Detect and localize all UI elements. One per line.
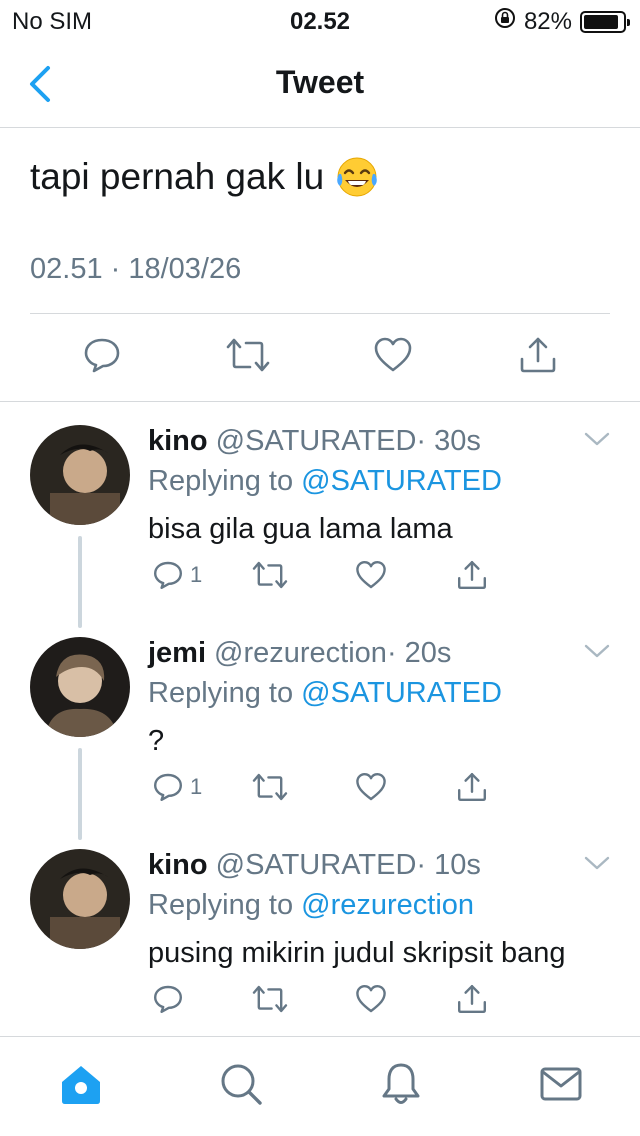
chevron-down-icon	[584, 432, 610, 446]
reply-tweet[interactable]: kino @SATURATED· 10s Replying to @rezurec…	[0, 827, 640, 1039]
reply-time: · 10s	[416, 849, 481, 881]
reply-time: · 30s	[416, 425, 481, 457]
display-name[interactable]: jemi	[148, 637, 206, 669]
reply-time: · 20s	[386, 637, 452, 669]
tab-search[interactable]	[216, 1059, 266, 1109]
tweet-text: tapi pernah gak lu	[30, 153, 380, 201]
orientation-lock-icon	[494, 7, 516, 36]
messages-icon	[540, 1067, 582, 1101]
nav-bar: Tweet	[0, 40, 640, 128]
username[interactable]: @rezurection	[214, 637, 387, 669]
main-tweet: tapi pernah gak lu 02.51 · 18/03/26	[0, 129, 640, 402]
chevron-down-icon	[584, 644, 610, 658]
share-button[interactable]	[456, 553, 488, 597]
reply-icon	[154, 985, 182, 1013]
tab-messages[interactable]	[536, 1059, 586, 1109]
like-button[interactable]	[363, 325, 423, 385]
reply-button[interactable]	[152, 977, 190, 1021]
share-icon	[458, 561, 486, 589]
tab-home[interactable]	[56, 1059, 106, 1109]
search-icon	[221, 1064, 262, 1105]
tweet-timestamp: 02.51 · 18/03/26	[30, 253, 242, 285]
retweet-button[interactable]	[218, 325, 278, 385]
retweet-button[interactable]	[252, 765, 288, 809]
tweet-menu-button[interactable]	[584, 431, 610, 447]
retweet-icon	[226, 338, 270, 372]
tears-of-joy-emoji-icon	[334, 154, 380, 200]
like-icon	[356, 773, 386, 801]
like-button[interactable]	[355, 765, 387, 809]
retweet-icon	[252, 985, 288, 1013]
replying-to-label: Replying to	[148, 677, 294, 709]
avatar[interactable]	[30, 849, 130, 949]
reply-tweet[interactable]: jemi @rezurection· 20s Replying to @SATUR…	[0, 615, 640, 827]
share-icon	[520, 337, 556, 373]
avatar[interactable]	[30, 637, 130, 737]
tab-notifications[interactable]	[376, 1059, 426, 1109]
reply-button[interactable]: 1	[152, 765, 202, 809]
reply-count: 1	[190, 562, 203, 587]
share-button[interactable]	[456, 977, 488, 1021]
retweet-button[interactable]	[252, 553, 288, 597]
share-icon	[458, 773, 486, 801]
retweet-icon	[252, 561, 288, 589]
like-button[interactable]	[355, 977, 387, 1021]
display-name[interactable]: kino	[148, 425, 208, 457]
reply-icon	[154, 773, 182, 801]
reply-button[interactable]	[72, 325, 132, 385]
tab-bar	[0, 1036, 640, 1136]
status-bar: No SIM 02.52 82%	[0, 0, 640, 40]
chevron-down-icon	[584, 856, 610, 870]
status-right: 82%	[494, 7, 630, 36]
replying-to-label: Replying to	[148, 465, 294, 497]
replying-to-label: Replying to	[148, 889, 294, 921]
tweet-actions	[0, 325, 640, 385]
like-icon	[374, 337, 412, 372]
reply-tweet[interactable]: kino @SATURATED· 30s Replying to @SATURAT…	[0, 403, 640, 615]
battery-percent: 82%	[523, 7, 572, 35]
avatar[interactable]	[30, 425, 130, 525]
tweet-menu-button[interactable]	[584, 643, 610, 659]
divider	[30, 313, 610, 314]
replying-to: Replying to @SATURATED	[148, 677, 502, 710]
reply-actions	[148, 977, 568, 1021]
reply-button[interactable]: 1	[152, 553, 202, 597]
share-button[interactable]	[508, 325, 568, 385]
reply-header: kino @SATURATED· 30s	[148, 425, 481, 458]
like-icon	[356, 561, 386, 589]
display-name[interactable]: kino	[148, 849, 208, 881]
reply-icon	[84, 338, 120, 373]
battery-icon	[580, 10, 630, 33]
page-title: Tweet	[275, 64, 365, 100]
reply-count: 1	[190, 774, 203, 799]
home-icon	[62, 1066, 100, 1104]
share-button[interactable]	[456, 765, 488, 809]
tweet-body: tapi pernah gak lu	[30, 156, 325, 197]
reply-actions: 1	[148, 553, 568, 597]
reply-text: pusing mikirin judul skripsit bang	[148, 937, 566, 969]
share-icon	[458, 985, 486, 1013]
tweet-menu-button[interactable]	[584, 855, 610, 871]
reply-header: kino @SATURATED· 10s	[148, 849, 481, 882]
retweet-button[interactable]	[252, 977, 288, 1021]
replying-to-link[interactable]: @SATURATED	[301, 465, 502, 497]
like-button[interactable]	[355, 553, 387, 597]
retweet-icon	[252, 773, 288, 801]
replying-to-link[interactable]: @SATURATED	[301, 677, 502, 709]
reply-actions: 1	[148, 765, 568, 809]
replying-to: Replying to @SATURATED	[148, 465, 502, 498]
replying-to: Replying to @rezurection	[148, 889, 474, 922]
notifications-icon	[382, 1063, 420, 1104]
reply-header: jemi @rezurection· 20s	[148, 637, 451, 670]
reply-text: ?	[148, 725, 165, 757]
reply-text: bisa gila gua lama lama	[148, 513, 453, 545]
like-icon	[356, 985, 386, 1013]
reply-icon	[154, 561, 182, 589]
username[interactable]: @SATURATED	[216, 849, 417, 881]
username[interactable]: @SATURATED	[216, 425, 417, 457]
replying-to-link[interactable]: @rezurection	[301, 889, 474, 921]
